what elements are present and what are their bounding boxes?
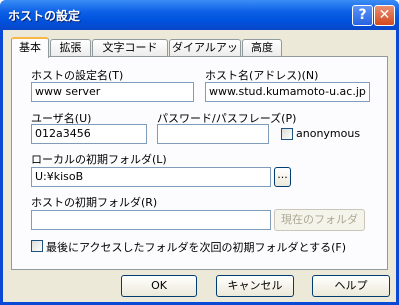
remote-folder-input[interactable] (31, 210, 271, 230)
browse-button[interactable]: ... (274, 167, 291, 187)
tab-panel-basic: ホストの設定名(T) www server ホスト名(アドレス)(N) www.… (11, 56, 388, 270)
anonymous-checkbox[interactable] (281, 128, 293, 140)
ok-button[interactable]: OK (121, 275, 197, 297)
title-bar[interactable]: ホストの設定 ? ✕ (0, 0, 399, 30)
hostname-label: ホスト名(アドレス)(N) (205, 69, 319, 82)
current-folder-button[interactable]: 現在のフォルダ (274, 209, 365, 231)
local-folder-input[interactable]: U:¥kisoB (31, 167, 271, 187)
tab-basic[interactable]: 基本 (11, 37, 49, 58)
host-setting-name-label: ホストの設定名(T) (31, 69, 124, 82)
dialog-body: 基本 拡張 文字コード ダイアルアップ 高度 ホストの設定名(T) www se… (3, 30, 396, 302)
help-title-button[interactable]: ? (352, 5, 373, 26)
hostname-input[interactable]: www.stud.kumamoto-u.ac.jp (205, 82, 370, 102)
remote-folder-label: ホストの初期フォルダ(R) (31, 196, 158, 209)
tab-advanced[interactable]: 高度 (242, 39, 282, 56)
anonymous-label: anonymous (296, 127, 361, 140)
dialog-window: ホストの設定 ? ✕ 基本 拡張 文字コード ダイアルアップ 高度 ホストの設定… (0, 0, 399, 305)
close-icon[interactable]: ✕ (374, 5, 395, 26)
local-folder-label: ローカルの初期フォルダ(L) (31, 153, 167, 166)
tab-dialup[interactable]: ダイアルアップ (169, 39, 241, 70)
username-input[interactable]: 012a3456 (31, 124, 147, 144)
help-button[interactable]: ヘルプ (312, 275, 390, 297)
tab-extended[interactable]: 拡張 (50, 39, 91, 56)
cancel-button[interactable]: キャンセル (216, 275, 294, 297)
tab-charcode[interactable]: 文字コード (92, 39, 168, 56)
last-folder-label: 最後にアクセスしたフォルダを次回の初期フォルダとする(F) (46, 241, 347, 254)
password-input[interactable] (157, 124, 269, 144)
last-folder-checkbox[interactable] (31, 240, 43, 252)
window-title: ホストの設定 (8, 9, 81, 23)
host-setting-name-input[interactable]: www server (31, 82, 194, 102)
